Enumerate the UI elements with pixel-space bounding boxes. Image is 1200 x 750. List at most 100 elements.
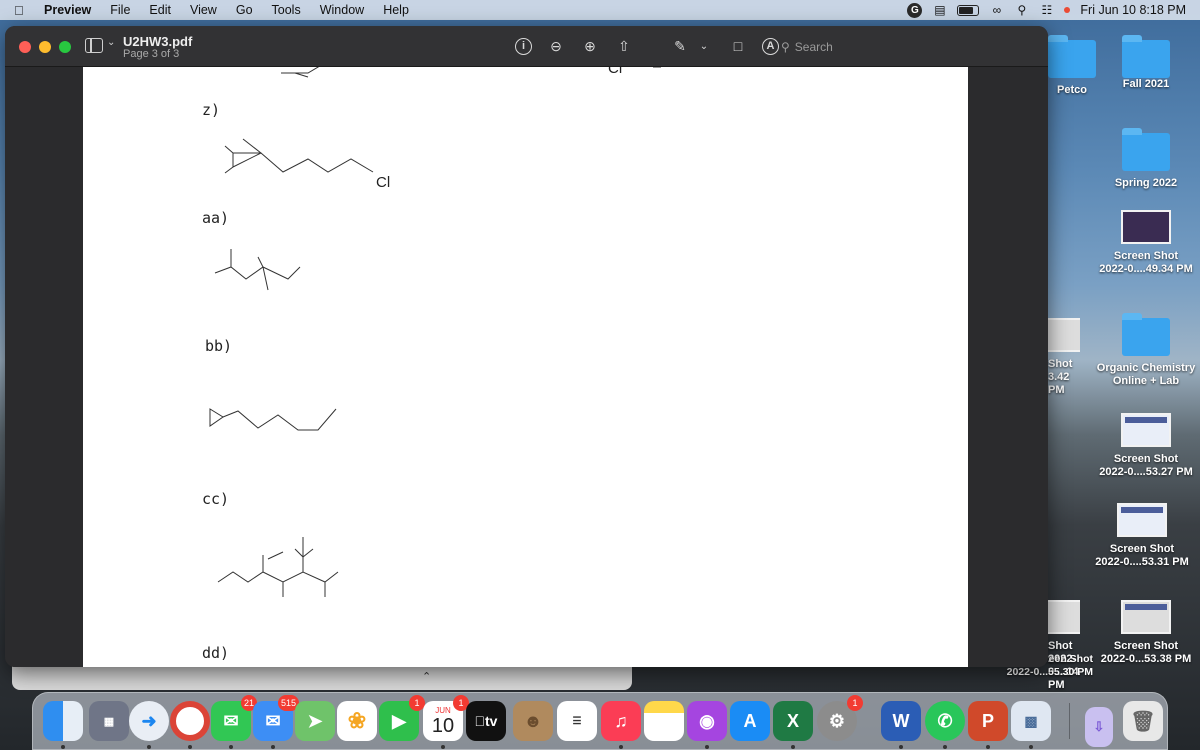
running-indicator <box>61 745 65 749</box>
menu-clock[interactable]: Fri Jun 10 8:18 PM <box>1080 3 1186 17</box>
menu-app-name[interactable]: Preview <box>44 3 91 17</box>
running-indicator <box>943 745 947 749</box>
dock-preview-icon[interactable]: ▩ <box>1011 701 1051 741</box>
screenshot-thumbnail-icon <box>1044 318 1080 352</box>
desktop-screenshot-1[interactable]: Screen Shot 2022-0....49.34 PM <box>1092 210 1200 276</box>
dock-chrome-icon[interactable] <box>170 701 210 741</box>
desktop-screenshot-2[interactable]: Screen Shot 2022-0....53.27 PM <box>1092 413 1200 479</box>
dock-system-preferences-icon[interactable]: ⚙ 1 <box>817 695 863 741</box>
desktop-folder-organic-chemistry[interactable]: Organic Chemistry Online + Lab <box>1092 313 1200 388</box>
chevron-up-icon[interactable]: ⌃ <box>422 670 431 683</box>
tv-label: tv <box>479 713 497 729</box>
menu-edit[interactable]: Edit <box>149 3 171 17</box>
chlorine-label-top: Cl <box>608 67 622 77</box>
rotate-icon[interactable]: □ <box>728 36 748 56</box>
info-icon[interactable]: i <box>515 37 532 55</box>
menu-window[interactable]: Window <box>320 3 364 17</box>
dock-contacts-icon[interactable]: ☻ <box>513 701 553 741</box>
control-center-icon[interactable]: ☷ <box>1039 3 1054 17</box>
pdf-page[interactable]: Cl Cl z) aa) bb) cc) dd) <box>83 67 968 667</box>
dock-finder-icon[interactable] <box>43 701 83 741</box>
problem-label-dd: dd) <box>202 644 230 662</box>
page-indicator: Page 3 of 3 <box>123 48 180 60</box>
window-toolbar: ⌄ U2HW3.pdf Page 3 of 3 i ⊖ ⊕ ⇧ ✎ ⌄ □ A … <box>5 26 1048 67</box>
dock-downloads-icon[interactable]: ⇩ <box>1085 707 1113 747</box>
zoom-in-icon[interactable]: ⊕ <box>580 36 600 56</box>
zoom-window-button[interactable] <box>59 41 71 53</box>
calendar-month: JUN <box>435 705 451 715</box>
dock-safari-icon[interactable]: ➜ <box>129 701 169 741</box>
menu-tools[interactable]: Tools <box>272 3 301 17</box>
dock-whatsapp-icon[interactable]: ✆ <box>925 701 965 741</box>
dock-messages-icon[interactable]: ✉ 21 <box>211 695 257 741</box>
background-window-edge[interactable]: ⌃ <box>12 666 632 690</box>
calendar-day: 10 <box>431 714 455 737</box>
dock-word-icon[interactable]: W <box>881 701 921 741</box>
minimize-window-button[interactable] <box>39 41 51 53</box>
running-indicator <box>188 745 192 749</box>
folder-icon <box>1122 35 1170 78</box>
sidebar-toggle-icon[interactable] <box>85 38 103 53</box>
search-icon: ⚲ <box>781 40 790 54</box>
dock-maps-icon[interactable]: ➤ <box>295 701 335 741</box>
desktop-folder-fall-2021[interactable]: Fall 2021 <box>1096 35 1196 91</box>
problem-label-cc: cc) <box>202 490 230 508</box>
link-icon[interactable]: ∞ <box>989 3 1004 17</box>
dock-calendar-icon[interactable]: JUN 10 1 <box>423 695 469 741</box>
search-field[interactable]: ⚲ Search <box>781 37 1041 57</box>
desktop-icon-label: Screen Shot 2022-0....53.31 PM <box>1095 543 1189 568</box>
desktop-icon-label: Spring 2022 <box>1114 177 1178 189</box>
dock-podcasts-icon[interactable]: ◉ <box>687 701 727 741</box>
grammarly-icon[interactable]: G <box>907 2 923 18</box>
menu-go[interactable]: Go <box>236 3 253 17</box>
desktop-icon-label: Screen Shot 2022-0....53.27 PM <box>1099 453 1193 478</box>
document-view[interactable]: Cl Cl z) aa) bb) cc) dd) <box>5 67 1048 667</box>
siri-icon[interactable] <box>1064 7 1071 13</box>
structure-aa <box>214 249 301 291</box>
desktop-icon-label: Organic Chemistry Online + Lab <box>1096 362 1196 387</box>
screenshot-thumbnail-icon <box>1044 600 1080 634</box>
desktop-screenshot-4[interactable]: Screen Shot 2022-0...53.38 PM <box>1092 600 1200 666</box>
battery-icon[interactable] <box>957 4 980 16</box>
chevron-down-icon[interactable]: ⌄ <box>107 37 115 48</box>
running-indicator <box>791 745 795 749</box>
chemical-structures: Cl Cl <box>209 67 661 597</box>
markup-pen-icon[interactable]: ✎ <box>670 36 690 56</box>
running-indicator <box>619 745 623 749</box>
document-title: U2HW3.pdf <box>123 34 193 49</box>
dock-app-store-icon[interactable]: A <box>730 701 770 741</box>
menu-file[interactable]: File <box>110 3 130 17</box>
dock: ▦ ➜ ✉21 ✉515 ➤ ❀ ▶1 JUN 10 1 tv ☻ ☰ ♫ ◉… <box>32 692 1168 750</box>
problem-label-aa: aa) <box>202 209 230 227</box>
menu-bar:  Preview File Edit View Go Tools Window… <box>0 0 1200 20</box>
dock-excel-icon[interactable]: X <box>773 701 813 741</box>
chevron-down-icon[interactable]: ⌄ <box>694 36 714 56</box>
problem-label-bb: bb) <box>205 337 233 355</box>
dock-reminders-icon[interactable]: ☰ <box>557 701 597 741</box>
menu-view[interactable]: View <box>190 3 217 17</box>
apple-menu-icon[interactable]:  <box>14 3 30 18</box>
share-icon[interactable]: ⇧ <box>614 36 634 56</box>
zoom-out-icon[interactable]: ⊖ <box>546 36 566 56</box>
desktop-folder-spring-2022[interactable]: Spring 2022 <box>1096 128 1196 190</box>
dock-facetime-icon[interactable]: ▶ 1 <box>379 695 425 741</box>
dock-tv-icon[interactable]: tv <box>466 701 506 741</box>
dock-trash-icon[interactable]: 🗑 <box>1123 701 1163 741</box>
markup-toolbar-icon[interactable]: A <box>762 37 779 55</box>
spotlight-search-icon[interactable]: ⚲ <box>1014 3 1029 17</box>
close-window-button[interactable] <box>19 41 31 53</box>
display-icon[interactable]: ▤ <box>932 3 947 17</box>
dock-launchpad-icon[interactable]: ▦ <box>89 701 129 741</box>
powerpoint-letter: P <box>981 710 994 731</box>
menu-help[interactable]: Help <box>383 3 409 17</box>
folder-icon <box>1122 128 1170 171</box>
running-indicator <box>147 745 151 749</box>
dock-notes-icon[interactable] <box>644 701 684 741</box>
dock-photos-icon[interactable]: ❀ <box>337 701 377 741</box>
structure-cc <box>217 537 339 597</box>
dock-mail-icon[interactable]: ✉ 515 <box>253 695 299 741</box>
dock-music-icon[interactable]: ♫ <box>601 701 641 741</box>
dock-powerpoint-icon[interactable]: P <box>968 701 1008 741</box>
desktop-icon-label: Screen Shot 2022-0...53.38 PM <box>1100 640 1192 665</box>
desktop-screenshot-3[interactable]: Screen Shot 2022-0....53.31 PM <box>1088 503 1196 569</box>
